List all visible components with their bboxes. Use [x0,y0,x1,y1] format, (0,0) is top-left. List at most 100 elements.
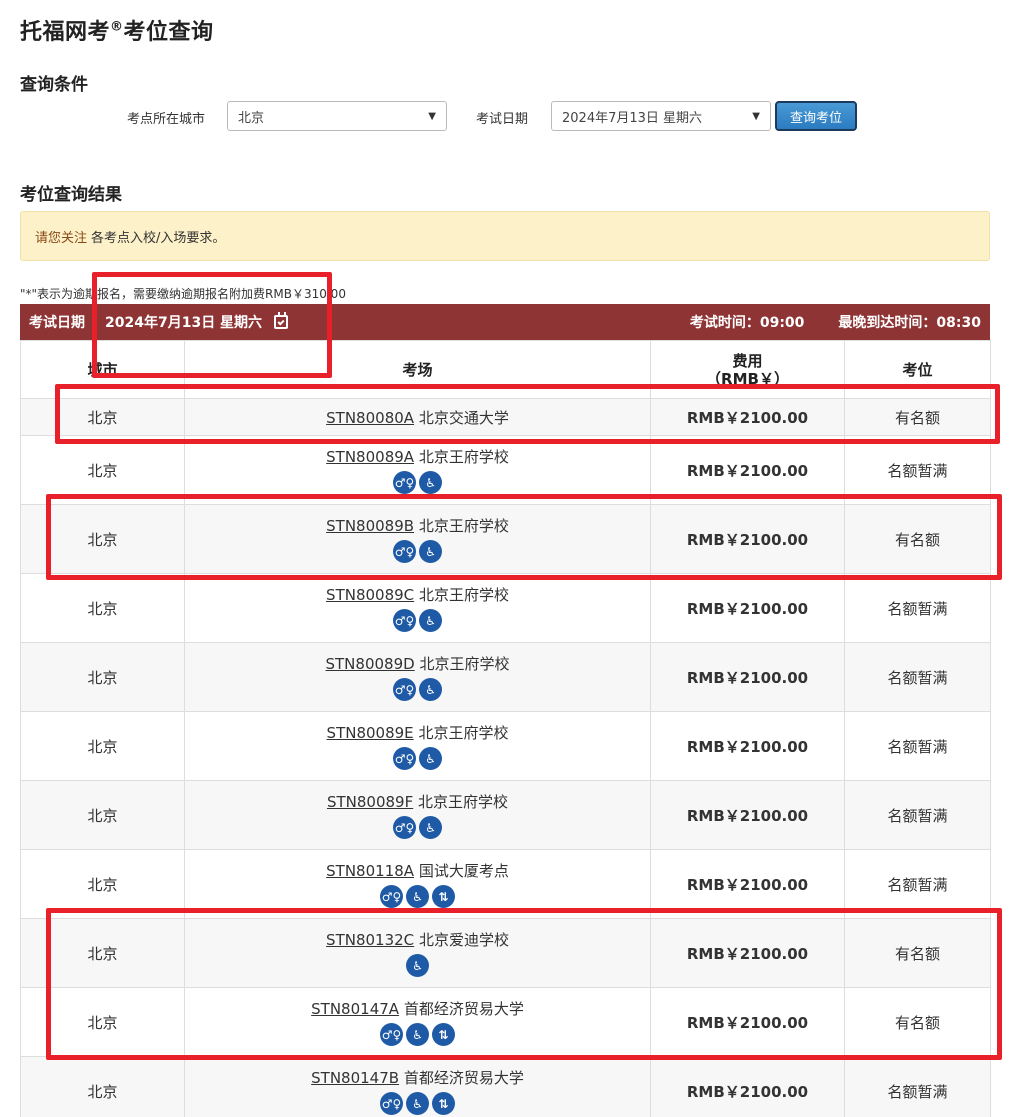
header-fee: 费用 （RMB￥） [650,340,845,399]
center-code-link[interactable]: STN80089F [327,793,413,811]
wheelchair-icon: ♿ [419,678,442,701]
restroom-icon: ♂♀ [380,1092,403,1115]
header-city: 城市 [20,340,185,399]
restroom-icon: ♂♀ [380,885,403,908]
cell-fee: RMB￥2100.00 [650,1056,845,1117]
query-section-title: 查询条件 [20,75,88,95]
cell-center: STN80118A 国试大厦考点 ♂♀ ♿ ⇅ [184,849,651,919]
table-row: 北京 STN80147B 首都经济贸易大学 ♂♀ ♿ ⇅ RMB￥2100.00 名额暂满 [20,1056,991,1117]
wheelchair-icon: ♿ [406,1092,429,1115]
cell-city: 北京 [20,849,185,919]
date-select[interactable]: 2024年7月13日 星期六 ▼ [551,101,771,131]
notice-link[interactable]: 请您关注 [35,227,87,246]
wheelchair-icon: ♿ [419,609,442,632]
wheelchair-icon: ♿ [406,885,429,908]
late-registration-note: "*"表示为逾期报名，需要缴纳逾期报名附加费RMB￥310.00 [20,287,346,301]
cell-city: 北京 [20,642,185,712]
center-code-link[interactable]: STN80089C [326,586,414,604]
chevron-down-icon: ▼ [428,110,436,122]
table-row: 北京 STN80147A 首都经济贸易大学 ♂♀ ♿ ⇅ RMB￥2100.00 有名额 [20,987,991,1057]
query-button[interactable]: 查询考位 [775,101,857,131]
date-label: 考试日期 [476,112,529,127]
wheelchair-icon: ♿ [419,747,442,770]
center-code-link[interactable]: STN80089D [326,655,415,673]
center-code-link[interactable]: STN80089E [327,724,414,742]
cell-seat: 有名额 [844,918,991,988]
wheelchair-icon: ♿ [406,954,429,977]
center-name: 北京爱迪学校 [418,931,509,949]
cell-center: STN80089E 北京王府学校 ♂♀ ♿ [184,711,651,781]
center-name: 北京王府学校 [418,793,509,811]
cell-center: STN80147A 首都经济贸易大学 ♂♀ ♿ ⇅ [184,987,651,1057]
center-code-link[interactable]: STN80132C [326,931,414,949]
cell-city: 北京 [20,987,185,1057]
results-table: 城市 考场 费用 （RMB￥） 考位 北京 STN80080A 北京交通大学 RMB￥… [20,340,991,1117]
cell-fee: RMB￥2100.00 [650,642,845,712]
cell-seat: 有名额 [844,987,991,1057]
center-code-link[interactable]: STN80089B [326,517,414,535]
cell-city: 北京 [20,711,185,781]
cell-seat: 名额暂满 [844,849,991,919]
restroom-icon: ♂♀ [393,816,416,839]
center-name: 北京王府学校 [419,655,510,673]
table-row: 北京 STN80089A 北京王府学校 ♂♀ ♿ RMB￥2100.00 名额暂满 [20,435,991,505]
cell-center: STN80089C 北京王府学校 ♂♀ ♿ [184,573,651,643]
cell-fee: RMB￥2100.00 [650,573,845,643]
cell-seat: 有名额 [844,398,991,436]
cell-fee: RMB￥2100.00 [650,987,845,1057]
restroom-icon: ♂♀ [380,1023,403,1046]
notice-box: 请您关注 各考点入校/入场要求。 [20,211,990,261]
center-code-link[interactable]: STN80147B [311,1069,399,1087]
page-title: 托福网考®考位查询 [20,19,214,45]
center-code-link[interactable]: STN80118A [326,862,414,880]
restroom-icon: ♂♀ [393,747,416,770]
wheelchair-icon: ♿ [406,1023,429,1046]
wheelchair-icon: ♿ [419,540,442,563]
restroom-icon: ♂♀ [393,678,416,701]
center-name: 北京王府学校 [418,724,509,742]
exam-date-bar: 考试日期 2024年7月13日 星期六 考试时间：09:00 最晚到达时间：08… [20,304,990,340]
notice-text: 各考点入校/入场要求。 [91,230,226,246]
cell-seat: 名额暂满 [844,573,991,643]
cell-city: 北京 [20,573,185,643]
table-row: 北京 STN80132C 北京爱迪学校 ♿ RMB￥2100.00 有名额 [20,918,991,988]
cell-center: STN80089D 北京王府学校 ♂♀ ♿ [184,642,651,712]
cell-city: 北京 [20,1056,185,1117]
center-name: 北京王府学校 [418,517,509,535]
table-row: 北京 STN80089D 北京王府学校 ♂♀ ♿ RMB￥2100.00 名额暂满 [20,642,991,712]
restroom-icon: ♂♀ [393,609,416,632]
center-code-link[interactable]: STN80089A [326,448,414,466]
cell-fee: RMB￥2100.00 [650,780,845,850]
exam-time: 考试时间：09:00 [689,315,805,331]
cell-fee: RMB￥2100.00 [650,918,845,988]
city-select-value: 北京 [238,110,265,126]
cell-center: STN80089F 北京王府学校 ♂♀ ♿ [184,780,651,850]
table-row: 北京 STN80089C 北京王府学校 ♂♀ ♿ RMB￥2100.00 名额暂满 [20,573,991,643]
center-code-link[interactable]: STN80080A [326,409,414,427]
exam-date-value: 2024年7月13日 星期六 [105,315,263,331]
elevator-icon: ⇅ [432,885,455,908]
header-center: 考场 [184,340,651,399]
cell-fee: RMB￥2100.00 [650,435,845,505]
table-row: 北京 STN80080A 北京交通大学 RMB￥2100.00 有名额 [20,398,991,436]
date-select-value: 2024年7月13日 星期六 [562,110,703,126]
cell-city: 北京 [20,780,185,850]
cell-center: STN80132C 北京爱迪学校 ♿ [184,918,651,988]
center-name: 首都经济贸易大学 [403,1069,524,1087]
calendar-icon[interactable] [274,312,289,329]
cell-seat: 名额暂满 [844,1056,991,1117]
cell-seat: 名额暂满 [844,435,991,505]
elevator-icon: ⇅ [432,1092,455,1115]
center-code-link[interactable]: STN80147A [311,1000,399,1018]
city-label: 考点所在城市 [127,112,206,127]
cell-center: STN80147B 首都经济贸易大学 ♂♀ ♿ ⇅ [184,1056,651,1117]
cell-seat: 有名额 [844,504,991,574]
city-select[interactable]: 北京 ▼ [227,101,447,131]
cell-seat: 名额暂满 [844,642,991,712]
cell-center: STN80089B 北京王府学校 ♂♀ ♿ [184,504,651,574]
center-name: 北京王府学校 [418,448,509,466]
table-row: 北京 STN80089F 北京王府学校 ♂♀ ♿ RMB￥2100.00 名额暂满 [20,780,991,850]
elevator-icon: ⇅ [432,1023,455,1046]
latest-arrival-time: 最晚到达时间：08:30 [838,315,981,331]
chevron-down-icon: ▼ [752,110,760,122]
